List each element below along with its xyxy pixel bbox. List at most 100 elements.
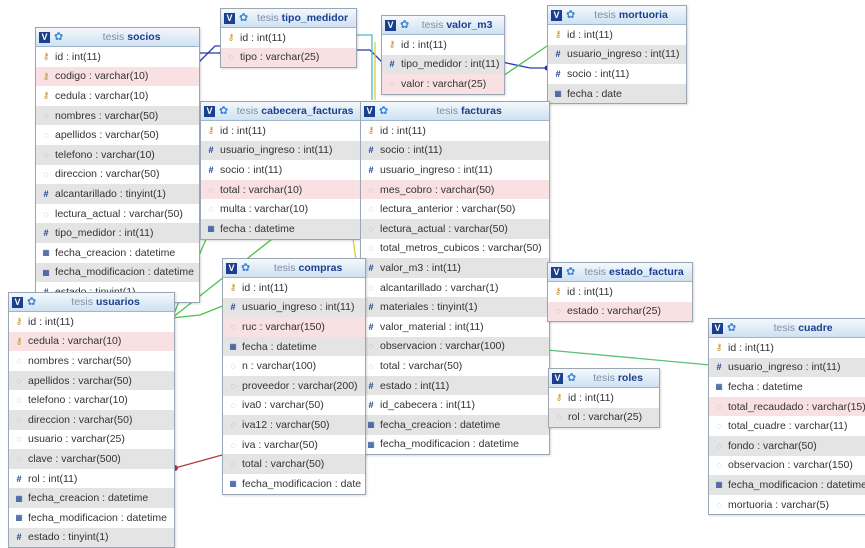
column-row[interactable]: ⚷ id : int(11) bbox=[36, 47, 199, 67]
column-row[interactable]: ◌ apellidos : varchar(50) bbox=[36, 125, 199, 145]
table-title[interactable]: tesis usuarios bbox=[40, 296, 171, 308]
column-row[interactable]: ◌ rol : varchar(25) bbox=[549, 407, 659, 428]
column-row[interactable]: ◌ multa : varchar(10) bbox=[201, 199, 361, 219]
options-icon[interactable]: ✿ bbox=[241, 262, 250, 274]
column-row[interactable]: ◌ mes_cobro : varchar(50) bbox=[361, 179, 549, 200]
column-row[interactable]: # materiales : tinyint(1) bbox=[361, 297, 549, 317]
column-row[interactable]: ⚷ id : int(11) bbox=[221, 28, 356, 48]
column-row[interactable]: # socio : int(11) bbox=[361, 140, 549, 161]
table-title[interactable]: tesis tipo_medidor bbox=[252, 12, 353, 24]
toggle-icon[interactable]: V bbox=[226, 262, 237, 274]
column-row[interactable]: ◌ iva : varchar(50) bbox=[223, 435, 365, 455]
table-usuarios[interactable]: V ✿ tesis usuarios ⚷ id : int(11) ⚷ cedula : va… bbox=[8, 292, 175, 548]
column-row[interactable]: ◌ iva0 : varchar(50) bbox=[223, 396, 365, 416]
column-row[interactable]: ◌ observacion : varchar(150) bbox=[709, 456, 865, 476]
table-estado_factura[interactable]: V ✿ tesis estado_factura ⚷ id : int(11) ◌ estad… bbox=[547, 262, 693, 323]
column-row[interactable]: # usuario_ingreso : int(11) bbox=[201, 140, 361, 161]
column-row[interactable]: ◌ lectura_anterior : varchar(50) bbox=[361, 199, 549, 219]
column-row[interactable]: # socio : int(11) bbox=[548, 64, 686, 84]
options-icon[interactable]: ✿ bbox=[400, 19, 409, 31]
column-row[interactable]: ◌ valor : varchar(25) bbox=[382, 74, 504, 94]
options-icon[interactable]: ✿ bbox=[567, 372, 576, 384]
column-row[interactable]: ◌ clave : varchar(500) bbox=[9, 449, 174, 469]
toggle-icon[interactable]: V bbox=[224, 12, 235, 24]
column-row[interactable]: ⚷ id : int(11) bbox=[361, 121, 549, 141]
table-header[interactable]: V ✿ tesis roles bbox=[549, 369, 659, 388]
column-row[interactable]: ◌ iva12 : varchar(50) bbox=[223, 415, 365, 435]
table-cuadre[interactable]: V ✿ tesis cuadre ⚷ id : int(11) # usuario_ingre… bbox=[708, 318, 865, 516]
table-header[interactable]: V ✿ tesis cuadre bbox=[709, 319, 865, 338]
table-title[interactable]: tesis cabecera_facturas bbox=[232, 105, 358, 117]
options-icon[interactable]: ✿ bbox=[379, 105, 388, 117]
column-row[interactable]: ⚷ id : int(11) bbox=[382, 35, 504, 55]
column-row[interactable]: ⚷ id : int(11) bbox=[709, 338, 865, 358]
column-row[interactable]: ◌ alcantarillado : varchar(1) bbox=[361, 278, 549, 298]
column-row[interactable]: ▦ fecha : datetime bbox=[709, 377, 865, 397]
column-row[interactable]: # estado : int(11) bbox=[361, 375, 549, 396]
column-row[interactable]: ▦ fecha_modificacion : datetime bbox=[36, 262, 199, 283]
table-title[interactable]: tesis compras bbox=[254, 262, 362, 274]
column-row[interactable]: ▦ fecha : date bbox=[548, 83, 686, 104]
column-row[interactable]: ◌ observacion : varchar(100) bbox=[361, 336, 549, 357]
column-row[interactable]: ◌ mortuoria : varchar(5) bbox=[709, 495, 865, 515]
column-row[interactable]: # alcantarillado : tinyint(1) bbox=[36, 184, 199, 204]
column-row[interactable]: # socio : int(11) bbox=[201, 160, 361, 180]
table-header[interactable]: V ✿ tesis mortuoria bbox=[548, 6, 686, 25]
column-row[interactable]: # tipo_medidor : int(11) bbox=[382, 54, 504, 75]
table-header[interactable]: V ✿ tesis estado_factura bbox=[548, 263, 692, 282]
toggle-icon[interactable]: V bbox=[551, 9, 562, 21]
column-row[interactable]: ◌ total : varchar(10) bbox=[201, 179, 361, 200]
table-cabecera_facturas[interactable]: V ✿ tesis cabecera_facturas ⚷ id : int(11) # us… bbox=[200, 101, 362, 240]
table-header[interactable]: V ✿ tesis cabecera_facturas bbox=[201, 102, 361, 121]
column-row[interactable]: ◌ tipo : varchar(25) bbox=[221, 47, 356, 68]
column-row[interactable]: ⚷ id : int(11) bbox=[9, 312, 174, 332]
table-socios[interactable]: V ✿ tesis socios ⚷ id : int(11) ⚷ codigo : varc… bbox=[35, 27, 200, 303]
column-row[interactable]: ◌ lectura_actual : varchar(50) bbox=[361, 218, 549, 239]
table-title[interactable]: tesis mortuoria bbox=[579, 9, 683, 21]
column-row[interactable]: ⚷ id : int(11) bbox=[223, 278, 365, 298]
column-row[interactable]: ◌ proveedor : varchar(200) bbox=[223, 375, 365, 396]
column-row[interactable]: ⚷ cedula : varchar(10) bbox=[36, 86, 199, 106]
toggle-icon[interactable]: V bbox=[712, 322, 723, 334]
column-row[interactable]: # usuario_ingreso : int(11) bbox=[361, 160, 549, 180]
column-row[interactable]: ◌ total : varchar(50) bbox=[361, 356, 549, 376]
table-header[interactable]: V ✿ tesis tipo_medidor bbox=[221, 9, 356, 28]
toggle-icon[interactable]: V bbox=[552, 372, 563, 384]
table-title[interactable]: tesis facturas bbox=[392, 105, 546, 117]
column-row[interactable]: ◌ lectura_actual : varchar(50) bbox=[36, 204, 199, 224]
column-row[interactable]: ◌ n : varchar(100) bbox=[223, 356, 365, 376]
options-icon[interactable]: ✿ bbox=[54, 31, 63, 43]
column-row[interactable]: ◌ usuario : varchar(25) bbox=[9, 430, 174, 450]
column-row[interactable]: # tipo_medidor : int(11) bbox=[36, 223, 199, 243]
column-row[interactable]: ⚷ id : int(11) bbox=[548, 282, 692, 302]
options-icon[interactable]: ✿ bbox=[727, 322, 736, 334]
column-row[interactable]: # rol : int(11) bbox=[9, 469, 174, 489]
options-icon[interactable]: ✿ bbox=[566, 9, 575, 21]
toggle-icon[interactable]: V bbox=[364, 105, 375, 117]
table-header[interactable]: V ✿ tesis facturas bbox=[361, 102, 549, 121]
column-row[interactable]: # usuario_ingreso : int(11) bbox=[548, 44, 686, 65]
column-row[interactable]: ◌ total_recaudado : varchar(15) bbox=[709, 396, 865, 417]
table-title[interactable]: tesis valor_m3 bbox=[413, 19, 501, 31]
column-row[interactable]: # valor_material : int(11) bbox=[361, 317, 549, 337]
column-row[interactable]: # estado : tinyint(1) bbox=[9, 527, 174, 548]
column-row[interactable]: ◌ estado : varchar(25) bbox=[548, 301, 692, 322]
column-row[interactable]: ▦ fecha_modificacion : datetime bbox=[709, 475, 865, 495]
toggle-icon[interactable]: V bbox=[12, 296, 23, 308]
column-row[interactable]: # usuario_ingreso : int(11) bbox=[223, 297, 365, 318]
column-row[interactable]: ▦ fecha_modificacion : datetime bbox=[9, 508, 174, 528]
column-row[interactable]: ⚷ id : int(11) bbox=[549, 388, 659, 408]
table-compras[interactable]: V ✿ tesis compras ⚷ id : int(11) # usuario_ingr… bbox=[222, 258, 366, 495]
column-row[interactable]: ◌ ruc : varchar(150) bbox=[223, 317, 365, 337]
table-title[interactable]: tesis cuadre bbox=[740, 322, 865, 334]
table-title[interactable]: tesis socios bbox=[67, 31, 196, 43]
table-header[interactable]: V ✿ tesis compras bbox=[223, 259, 365, 278]
column-row[interactable]: ⚷ codigo : varchar(10) bbox=[36, 66, 199, 87]
column-row[interactable]: ▦ fecha : datetime bbox=[201, 218, 361, 239]
column-row[interactable]: ⚷ cedula : varchar(10) bbox=[9, 331, 174, 352]
column-row[interactable]: ▦ fecha_modificacion : datetime bbox=[361, 435, 549, 455]
column-row[interactable]: ◌ fondo : varchar(50) bbox=[709, 435, 865, 456]
table-header[interactable]: V ✿ tesis socios bbox=[36, 28, 199, 47]
table-tipo_medidor[interactable]: V ✿ tesis tipo_medidor ⚷ id : int(11) ◌ tipo : … bbox=[220, 8, 357, 69]
column-row[interactable]: # id_cabecera : int(11) bbox=[361, 395, 549, 415]
